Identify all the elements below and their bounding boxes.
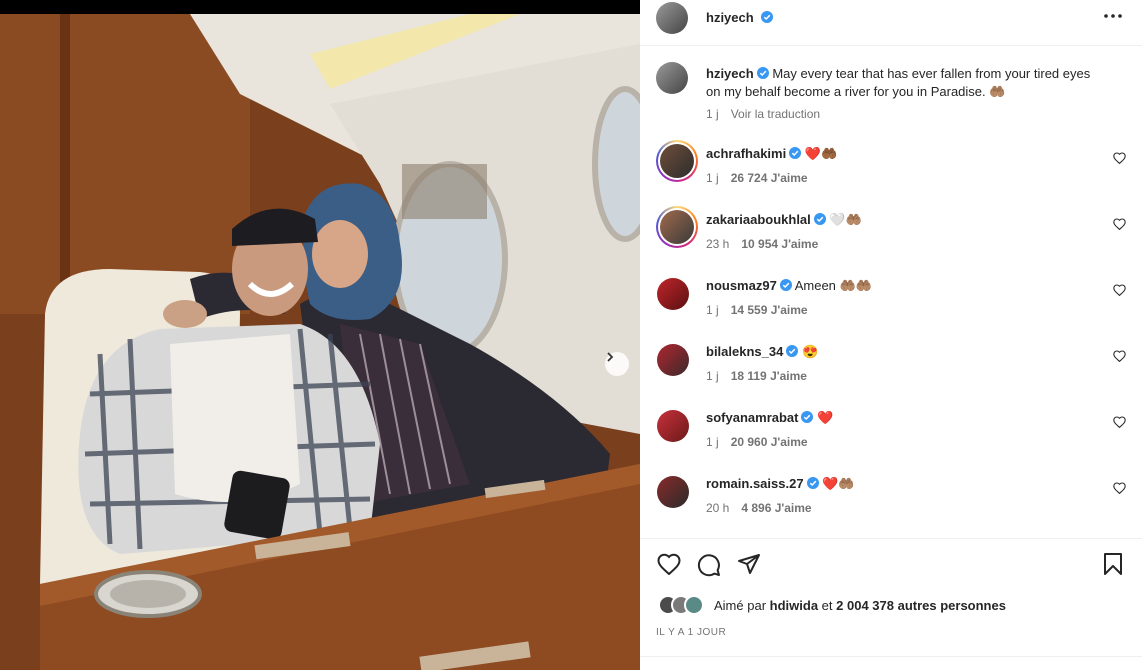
comment-likes[interactable]: 4 896 J'aime (741, 501, 811, 515)
comment-likes[interactable]: 10 954 J'aime (741, 237, 818, 251)
comment-meta: 1 j 20 960 J'aime (706, 435, 808, 449)
comment-likes[interactable]: 20 960 J'aime (731, 435, 808, 449)
comment-age: 1 j (706, 435, 719, 449)
verified-badge-icon (756, 67, 769, 79)
comment-text: ❤️ (817, 410, 834, 425)
post-side-panel: hziyech hziyech May every tear that has … (640, 0, 1142, 670)
caption-text: hziyech May every tear that has ever fal… (706, 65, 1106, 101)
share-paper-plane-icon[interactable] (737, 553, 761, 575)
photo-illustration (0, 14, 640, 670)
author-username[interactable]: hziyech (706, 10, 754, 25)
commenter-avatar[interactable] (657, 410, 689, 442)
likes-conj: et (821, 597, 833, 613)
verified-badge-icon (789, 147, 802, 159)
more-options-icon[interactable] (1104, 14, 1122, 18)
verified-badge-icon (779, 279, 792, 291)
commenter-avatar[interactable] (657, 344, 689, 376)
comment-username[interactable]: achrafhakimi (706, 146, 786, 161)
heart-outline-icon[interactable] (657, 553, 681, 575)
comment-username[interactable]: zakariaaboukhlal (706, 212, 811, 227)
verified-badge-icon (806, 477, 819, 489)
liker-avatar (684, 595, 704, 615)
comment-username[interactable]: romain.saiss.27 (706, 476, 804, 491)
comment-text: ❤️🤲🏽 (822, 476, 855, 491)
heart-outline-icon[interactable] (1113, 482, 1126, 494)
heart-outline-icon[interactable] (1113, 152, 1126, 164)
post-header: hziyech (640, 0, 1142, 46)
verified-badge-icon (801, 411, 814, 423)
caption-age: 1 j (706, 107, 719, 121)
comment-body: sofyanamrabat ❤️ (706, 410, 833, 426)
verified-badge-icon (813, 213, 826, 225)
comment-age: 1 j (706, 369, 719, 383)
caption-meta: 1 j Voir la traduction (706, 107, 820, 121)
comment-likes[interactable]: 26 724 J'aime (731, 171, 808, 185)
comment-body: achrafhakimi ❤️🤲🏾 (706, 146, 837, 162)
comment-item: nousmaz97 Ameen 🤲🏽🤲🏽 1 j 14 559 J'aime (656, 272, 1126, 332)
comment-meta: 23 h 10 954 J'aime (706, 237, 818, 251)
comment-item: zakariaaboukhlal 🤍🤲🏽 23 h 10 954 J'aime (656, 206, 1126, 266)
comment-body: zakariaaboukhlal 🤍🤲🏽 (706, 212, 862, 228)
comment-text: ❤️🤲🏾 (804, 146, 838, 161)
comment-meta: 1 j 18 119 J'aime (706, 369, 807, 383)
comment-bubble-icon[interactable] (697, 553, 721, 577)
comment-meta: 20 h 4 896 J'aime (706, 501, 812, 515)
comment-item: sofyanamrabat ❤️ 1 j 20 960 J'aime (656, 404, 1126, 464)
commenter-avatar[interactable] (656, 140, 698, 182)
comment-username[interactable]: bilalekns_34 (706, 344, 783, 359)
comment-username[interactable]: nousmaz97 (706, 278, 777, 293)
post-photo[interactable] (0, 14, 640, 670)
comment-item: bilalekns_34 😍 1 j 18 119 J'aime (656, 338, 1126, 398)
comment-body: nousmaz97 Ameen 🤲🏽🤲🏽 (706, 278, 872, 294)
likes-user[interactable]: hdiwida (770, 598, 818, 613)
heart-outline-icon[interactable] (1113, 218, 1126, 230)
comment-age: 1 j (706, 171, 719, 185)
commenter-avatar[interactable] (656, 206, 698, 248)
heart-outline-icon[interactable] (1113, 284, 1126, 296)
likes-summary: Aimé par hdiwida et 2 004 378 autres per… (658, 595, 1006, 615)
comment-likes[interactable]: 14 559 J'aime (731, 303, 808, 317)
comment-meta: 1 j 14 559 J'aime (706, 303, 808, 317)
post-time-ago[interactable]: IL Y A 1 JOUR (656, 627, 726, 638)
commenter-avatar[interactable] (657, 278, 689, 310)
caption-username[interactable]: hziyech (706, 66, 754, 81)
verified-badge-icon (761, 11, 774, 23)
post-actions-bar (640, 538, 1142, 590)
commenter-avatar[interactable] (657, 476, 689, 508)
author-avatar[interactable] (656, 62, 688, 94)
heart-outline-icon[interactable] (1113, 350, 1126, 362)
comment-text: Ameen 🤲🏽🤲🏽 (794, 278, 872, 293)
comment-body: bilalekns_34 😍 (706, 344, 818, 360)
chevron-right-icon (607, 352, 614, 362)
divider (640, 656, 1142, 657)
comment-age: 1 j (706, 303, 719, 317)
comment-item: achrafhakimi ❤️🤲🏾 1 j 26 724 J'aime (656, 140, 1126, 200)
comment-meta: 1 j 26 724 J'aime (706, 171, 808, 185)
translate-link[interactable]: Voir la traduction (731, 107, 820, 121)
comment-age: 20 h (706, 501, 730, 515)
comment-text: 😍 (801, 344, 819, 359)
comment-text: 🤍🤲🏽 (829, 212, 862, 227)
comment-age: 23 h (706, 237, 730, 251)
next-photo-button[interactable] (605, 352, 629, 376)
comment-likes[interactable]: 18 119 J'aime (731, 369, 807, 383)
liker-avatars (658, 595, 714, 615)
heart-outline-icon[interactable] (1113, 416, 1126, 428)
likes-prefix: Aimé par (714, 597, 767, 613)
author-avatar[interactable] (656, 2, 688, 34)
comment-body: romain.saiss.27 ❤️🤲🏽 (706, 476, 855, 492)
bookmark-icon[interactable] (1103, 553, 1123, 575)
likes-count[interactable]: 2 004 378 autres personnes (836, 598, 1006, 613)
verified-badge-icon (786, 345, 799, 357)
comment-username[interactable]: sofyanamrabat (706, 410, 798, 425)
comment-item: romain.saiss.27 ❤️🤲🏽 20 h 4 896 J'aime (656, 470, 1126, 530)
